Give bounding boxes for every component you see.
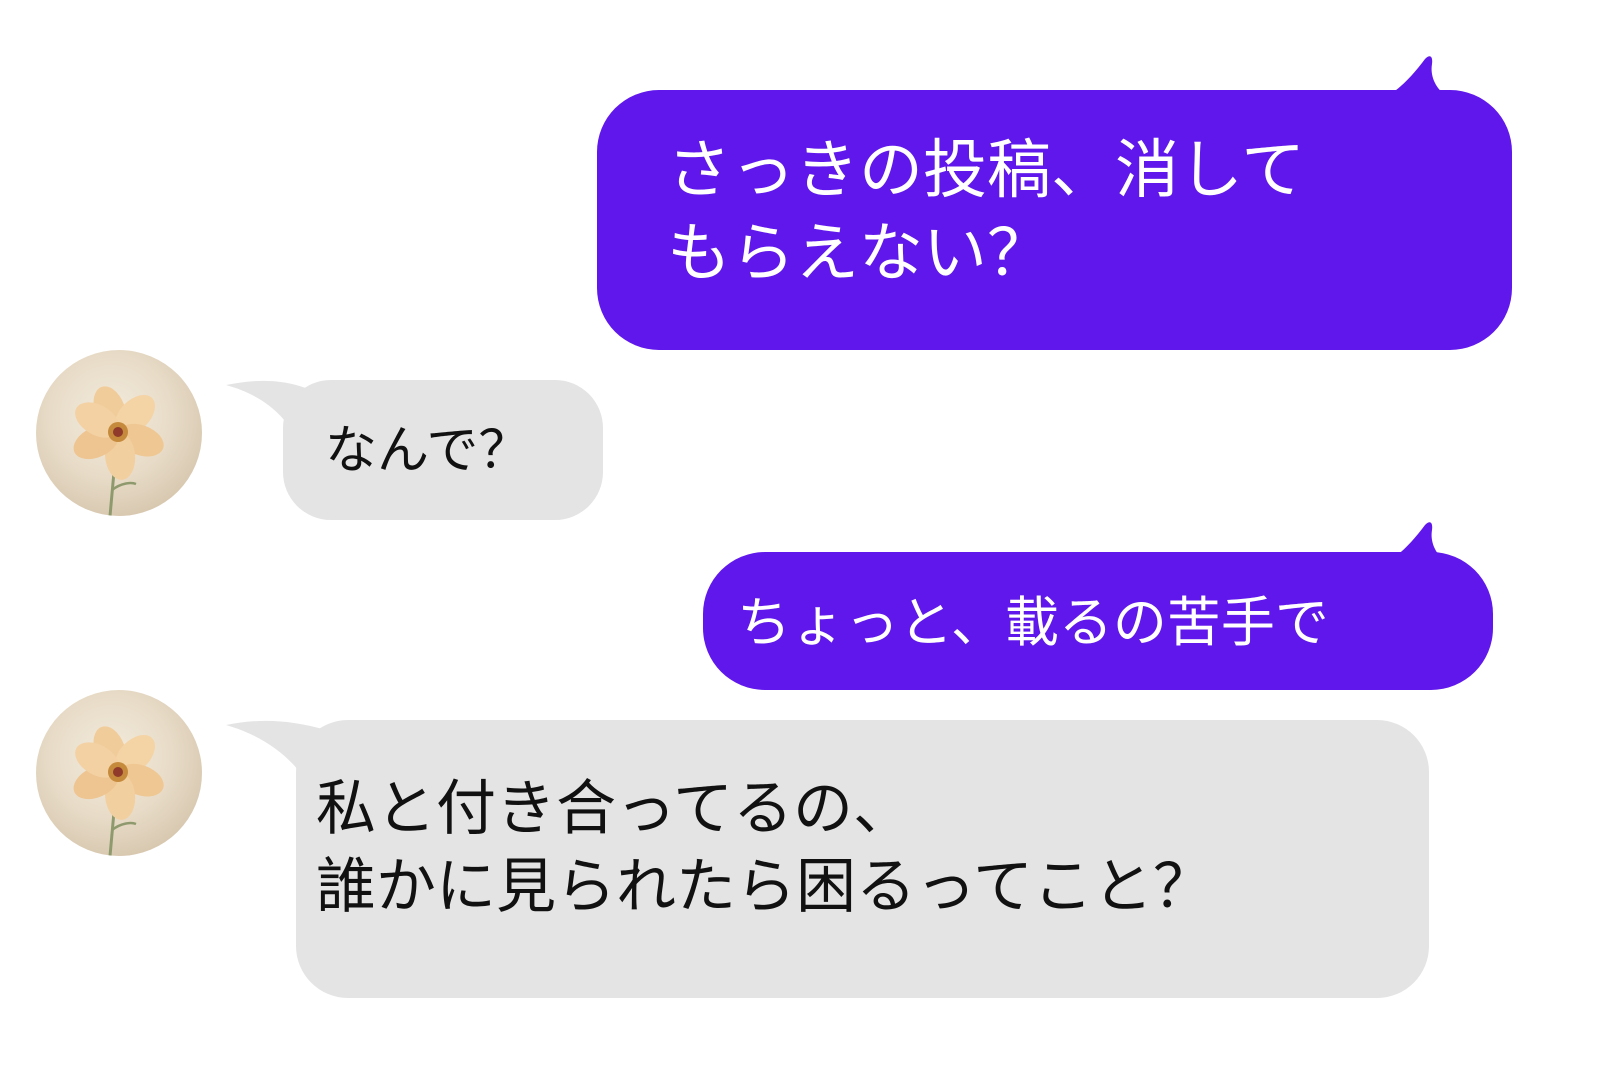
flower-avatar-icon bbox=[73, 386, 164, 516]
message-text: さっきの投稿、消して もらえない？ bbox=[667, 134, 1306, 292]
message-text: なんで？ bbox=[325, 421, 531, 481]
contact-avatar[interactable] bbox=[36, 350, 202, 516]
contact-avatar[interactable] bbox=[36, 690, 202, 856]
message-text: ちょっと、載るの苦手で bbox=[737, 591, 1329, 654]
message-bubble[interactable]: さっきの投稿、消して もらえない？ bbox=[597, 90, 1512, 350]
message-bubble[interactable]: 私と付き合ってるの、 誰かに見られたら困るってこと？ bbox=[296, 720, 1429, 998]
message-bubble[interactable]: なんで？ bbox=[283, 380, 603, 520]
message-text: 私と付き合ってるの、 誰かに見られたら困るってこと？ bbox=[316, 774, 1213, 922]
flower-avatar-icon bbox=[73, 726, 164, 856]
message-bubble[interactable]: ちょっと、載るの苦手で bbox=[703, 552, 1493, 690]
